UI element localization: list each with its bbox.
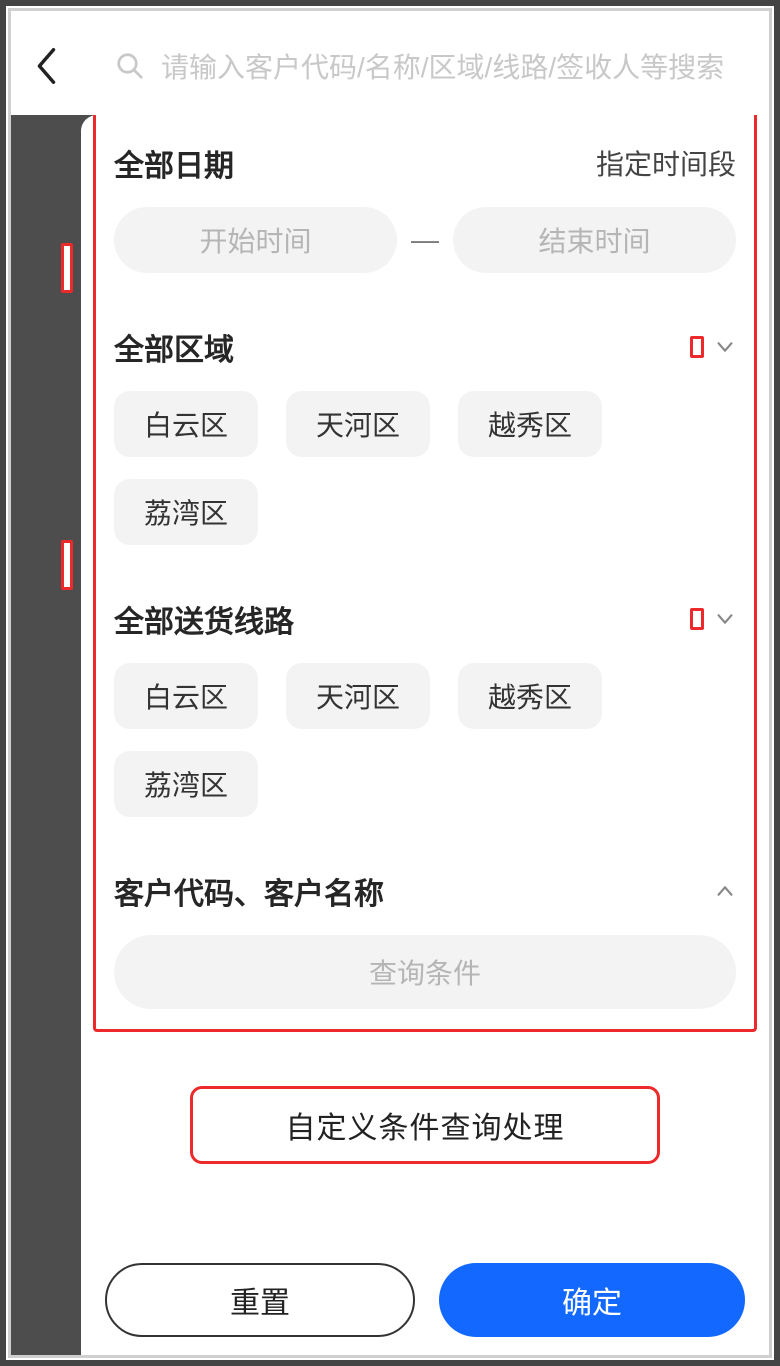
chevron-up-icon <box>714 880 736 902</box>
custom-query-callout-label: 自定义条件查询处理 <box>286 1103 565 1147</box>
search-input[interactable]: 请输入客户代码/名称/区域/线路/签收人等搜索 <box>91 29 757 103</box>
route-title: 全部送货线路 <box>114 597 294 641</box>
filter-panel: 全部日期 指定时间段 开始时间 — 结束时间 全部区域 <box>81 115 769 1355</box>
customer-title: 客户代码、客户名称 <box>114 869 384 913</box>
date-section: 全部日期 指定时间段 开始时间 — 结束时间 <box>114 141 736 273</box>
route-chip[interactable]: 荔湾区 <box>114 751 258 817</box>
filter-form-highlight: 全部日期 指定时间段 开始时间 — 结束时间 全部区域 <box>93 115 757 1032</box>
region-title: 全部区域 <box>114 325 234 369</box>
route-section: 全部送货线路 白云区 天河区 越秀区 荔湾区 <box>114 597 736 817</box>
chevron-left-icon <box>34 46 60 86</box>
start-date-input[interactable]: 开始时间 <box>114 207 397 273</box>
region-expand[interactable] <box>690 336 736 358</box>
region-chips: 白云区 天河区 越秀区 荔湾区 <box>114 391 736 545</box>
route-chip[interactable]: 白云区 <box>114 663 258 729</box>
region-chip[interactable]: 天河区 <box>286 391 430 457</box>
custom-query-callout: 自定义条件查询处理 <box>190 1086 660 1164</box>
region-chip[interactable]: 荔湾区 <box>114 479 258 545</box>
chevron-down-icon <box>714 336 736 358</box>
footer-actions: 重置 确定 <box>81 1245 769 1355</box>
region-highlight-icon <box>690 336 704 358</box>
route-chip[interactable]: 越秀区 <box>458 663 602 729</box>
search-placeholder: 请输入客户代码/名称/区域/线路/签收人等搜索 <box>161 46 724 86</box>
region-chip[interactable]: 白云区 <box>114 391 258 457</box>
end-date-input[interactable]: 结束时间 <box>453 207 736 273</box>
back-button[interactable] <box>23 42 71 90</box>
chevron-down-icon <box>714 608 736 630</box>
route-chips: 白云区 天河区 越秀区 荔湾区 <box>114 663 736 817</box>
route-chip[interactable]: 天河区 <box>286 663 430 729</box>
customer-collapse[interactable] <box>714 880 736 902</box>
date-title: 全部日期 <box>114 141 234 185</box>
search-icon <box>115 51 145 81</box>
customer-query-placeholder: 查询条件 <box>369 952 481 992</box>
reset-label: 重置 <box>230 1278 290 1322</box>
start-date-placeholder: 开始时间 <box>199 220 311 260</box>
reset-button[interactable]: 重置 <box>105 1263 415 1337</box>
customer-query-input[interactable]: 查询条件 <box>114 935 736 1009</box>
region-section: 全部区域 白云区 天河区 越秀区 荔湾区 <box>114 325 736 545</box>
confirm-button[interactable]: 确定 <box>439 1263 745 1337</box>
confirm-label: 确定 <box>562 1278 622 1322</box>
route-highlight-icon <box>690 608 704 630</box>
route-expand[interactable] <box>690 608 736 630</box>
date-separator: — <box>397 224 453 256</box>
region-chip[interactable]: 越秀区 <box>458 391 602 457</box>
date-range-toggle[interactable]: 指定时间段 <box>596 143 736 183</box>
end-date-placeholder: 结束时间 <box>538 220 650 260</box>
customer-section: 客户代码、客户名称 查询条件 <box>114 869 736 1009</box>
